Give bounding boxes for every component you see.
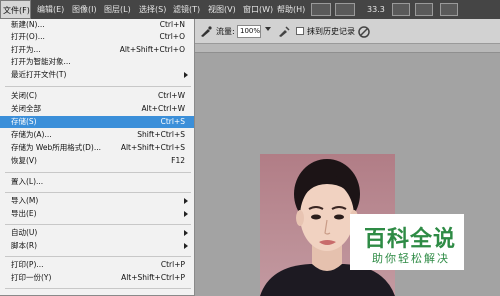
- menu-item-close-all[interactable]: 关闭全部 Alt+Ctrl+W: [0, 103, 194, 115]
- menu-item-shortcut: Alt+Shift+Ctrl+O: [119, 45, 185, 54]
- menu-item-label: 置入(L)...: [11, 177, 44, 186]
- file-menu-dropdown: 新建(N)... Ctrl+N 打开(O)... Ctrl+O 打开为... A…: [0, 19, 195, 296]
- menu-item-label: 导入(M): [11, 196, 39, 205]
- menu-item-open[interactable]: 打开(O)... Ctrl+O: [0, 31, 194, 43]
- submenu-arrow-icon: [184, 243, 188, 249]
- menu-item-open-as[interactable]: 打开为... Alt+Shift+Ctrl+O: [0, 44, 194, 56]
- menu-image[interactable]: 图像(I): [72, 0, 97, 19]
- menu-view[interactable]: 视图(V): [208, 0, 236, 19]
- menu-item-save[interactable]: 存储(S) Ctrl+S: [0, 116, 194, 128]
- zoom-level[interactable]: 33.3: [367, 0, 385, 19]
- menu-window[interactable]: 窗口(W): [243, 0, 273, 19]
- history-checkbox[interactable]: [296, 27, 304, 35]
- menu-item-shortcut: Alt+Shift+Ctrl+P: [121, 273, 185, 282]
- menu-item-shortcut: Ctrl+W: [157, 91, 185, 100]
- menu-item-shortcut: Ctrl+N: [159, 20, 185, 29]
- menu-item-label: 关闭(C): [11, 91, 38, 100]
- screen-mode-icon[interactable]: [415, 3, 433, 16]
- menu-item-cutoff[interactable]: [0, 291, 194, 296]
- menu-item-label: 导出(E): [11, 209, 37, 218]
- document-tab-strip: [195, 44, 500, 53]
- menu-item-label: 打开为...: [11, 45, 41, 54]
- menu-item-print-one-copy[interactable]: 打印一份(Y) Alt+Shift+Ctrl+P: [0, 272, 194, 284]
- menu-item-label: 打开(O)...: [11, 32, 45, 41]
- menu-item-label: 新建(N)...: [11, 20, 45, 29]
- menu-item-label: 打印一份(Y): [11, 273, 52, 282]
- menu-item-print[interactable]: 打印(P)... Ctrl+P: [0, 259, 194, 271]
- menu-help[interactable]: 帮助(H): [277, 0, 305, 19]
- menu-item-label: 存储(S): [11, 117, 37, 126]
- menu-item-save-for-web[interactable]: 存储为 Web所用格式(D)... Alt+Shift+Ctrl+S: [0, 142, 194, 154]
- watermark-title: 百科全说: [364, 227, 457, 252]
- menu-item-shortcut: Ctrl+P: [160, 260, 185, 269]
- flow-dropdown-icon[interactable]: [265, 27, 271, 31]
- submenu-arrow-icon: [184, 198, 188, 204]
- menu-item-automate[interactable]: 自动(U): [0, 227, 194, 239]
- menu-item-scripts[interactable]: 脚本(R): [0, 240, 194, 252]
- menu-item-label: 存储为 Web所用格式(D)...: [11, 143, 102, 152]
- submenu-arrow-icon: [184, 230, 188, 236]
- menu-item-close[interactable]: 关闭(C) Ctrl+W: [0, 90, 194, 102]
- menu-item-recent-files[interactable]: 最近打开文件(T): [0, 69, 194, 81]
- menu-item-shortcut: Shift+Ctrl+S: [137, 130, 185, 139]
- menu-item-shortcut: Ctrl+S: [160, 117, 185, 126]
- flow-input[interactable]: 100%: [237, 25, 261, 38]
- menu-item-label: 关闭全部: [11, 104, 41, 113]
- submenu-arrow-icon: [184, 72, 188, 78]
- menu-item-label: 打开为智能对象...: [11, 57, 71, 66]
- menu-layer[interactable]: 图层(L): [104, 0, 131, 19]
- menu-item-place[interactable]: 置入(L)...: [0, 176, 194, 188]
- options-bar: 流量: 100% 抹到历史记录: [195, 19, 500, 44]
- menu-separator: [5, 256, 191, 257]
- menu-item-revert[interactable]: 恢复(V) F12: [0, 155, 194, 167]
- watermark-subtitle: 助你轻松解决: [372, 252, 450, 265]
- menu-separator: [5, 224, 191, 225]
- menu-item-shortcut: Alt+Ctrl+W: [141, 104, 185, 113]
- menu-item-label: 打印(P)...: [11, 260, 44, 269]
- menu-item-shortcut: F12: [171, 156, 185, 165]
- menu-item-label: 自动(U): [11, 228, 38, 237]
- airbrush-icon[interactable]: [199, 25, 213, 38]
- menu-filter[interactable]: 滤镜(T): [173, 0, 200, 19]
- hand-tool-icon[interactable]: [392, 3, 410, 16]
- menu-item-shortcut: Alt+Shift+Ctrl+S: [120, 143, 185, 152]
- menu-separator: [5, 288, 191, 289]
- menu-separator: [5, 86, 191, 87]
- menu-item-label: 恢复(V): [11, 156, 37, 165]
- pressure-icon[interactable]: [357, 25, 371, 38]
- submenu-arrow-icon: [184, 211, 188, 217]
- menu-select[interactable]: 选择(S): [139, 0, 166, 19]
- menu-item-label: 脚本(R): [11, 241, 38, 250]
- arrange-icon[interactable]: [335, 3, 355, 16]
- menu-item-open-smart-object[interactable]: 打开为智能对象...: [0, 56, 194, 68]
- menu-item-export[interactable]: 导出(E): [0, 208, 194, 220]
- workspace-icon[interactable]: [440, 3, 458, 16]
- menu-item-save-as[interactable]: 存储为(A)... Shift+Ctrl+S: [0, 129, 194, 141]
- menu-item-new[interactable]: 新建(N)... Ctrl+N: [0, 19, 194, 31]
- airbrush-toggle-icon[interactable]: [277, 25, 291, 38]
- flow-label: 流量:: [216, 27, 235, 36]
- menu-edit[interactable]: 编辑(E): [37, 0, 64, 19]
- menu-separator: [5, 192, 191, 193]
- menu-item-shortcut: Ctrl+O: [159, 32, 185, 41]
- history-label: 抹到历史记录: [307, 27, 355, 36]
- menu-item-import[interactable]: 导入(M): [0, 195, 194, 207]
- menu-file[interactable]: 文件(F): [0, 0, 31, 19]
- menu-item-label: 最近打开文件(T): [11, 70, 67, 79]
- menu-bar: 文件(F) 编辑(E) 图像(I) 图层(L) 选择(S) 滤镜(T) 视图(V…: [0, 0, 500, 19]
- menu-separator: [5, 172, 191, 173]
- bridge-icon[interactable]: [311, 3, 331, 16]
- menu-item-label: 存储为(A)...: [11, 130, 52, 139]
